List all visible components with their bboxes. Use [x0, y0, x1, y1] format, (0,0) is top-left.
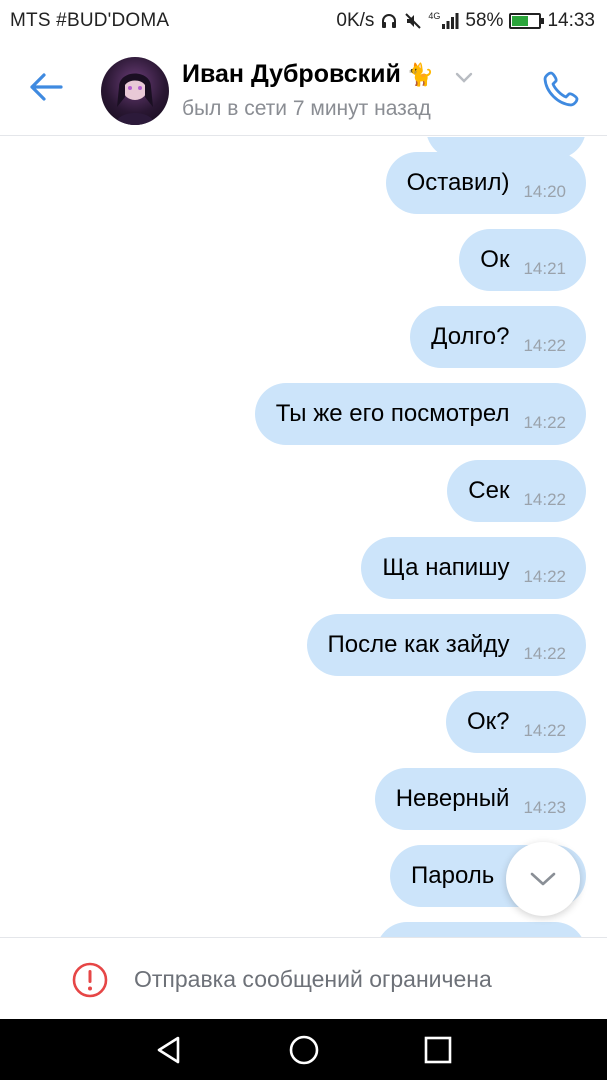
message-bubble[interactable]: Сек 14:22: [447, 460, 586, 522]
message-bubble[interactable]: Ты же его посмотрел 14:22: [254, 383, 586, 445]
scroll-down-button[interactable]: [506, 842, 580, 916]
message-bubble[interactable]: Ок? 14:22: [445, 691, 586, 753]
phone-icon: [543, 71, 579, 107]
call-button[interactable]: [540, 68, 582, 110]
message-time: 14:22: [523, 490, 566, 509]
message-text: После как зайду: [327, 631, 510, 658]
chat-header: Иван Дубровский 🐈 был в сети 7 минут наз…: [0, 42, 607, 136]
message-bubble-partial: [376, 922, 586, 937]
message-text: Ты же его посмотрел: [275, 400, 510, 427]
system-nav-bar: [0, 1019, 607, 1080]
network-type: 4G: [428, 11, 441, 21]
back-button[interactable]: [28, 72, 64, 102]
message-bubble[interactable]: Оставил) 14:20: [385, 152, 586, 214]
last-seen-status: был в сети 7 минут назад: [182, 97, 431, 120]
clock: 14:33: [547, 10, 595, 31]
net-speed: 0K/s: [336, 10, 375, 31]
battery-fill: [512, 16, 528, 26]
nav-home-button[interactable]: [287, 1033, 321, 1067]
carrier-label: MTS #BUD'DOMA: [10, 10, 170, 31]
nav-back-button[interactable]: [152, 1033, 186, 1067]
message-time: 14:21: [523, 259, 566, 278]
message-time: 14:22: [523, 336, 566, 355]
chevron-down-icon[interactable]: [455, 72, 473, 84]
message-time: 14:22: [523, 567, 566, 586]
message-time: 14:20: [523, 182, 566, 201]
battery-icon: [509, 13, 545, 29]
status-indicators: 0K/s 4G 58% 14:33: [336, 10, 595, 32]
message-time: 14:22: [523, 413, 566, 432]
message-bubble[interactable]: Долго? 14:22: [410, 306, 586, 368]
message-bubble[interactable]: Ок 14:21: [459, 229, 586, 291]
message-bubble[interactable]: После как зайду 14:22: [306, 614, 586, 676]
message-text: Оставил): [406, 169, 510, 196]
restriction-text: Отправка сообщений ограничена: [134, 966, 492, 992]
message-time: 14:22: [523, 644, 566, 663]
message-text: Пароль: [411, 862, 495, 889]
message-time: 14:22: [523, 721, 566, 740]
message-text: Сек: [468, 477, 510, 504]
nav-recents-button[interactable]: [421, 1033, 455, 1067]
message-text: Долго?: [431, 323, 510, 350]
headphones-icon: [380, 12, 398, 30]
message-text: Неверный: [395, 785, 510, 812]
message-text: Ща напишу: [382, 554, 510, 581]
contact-name-text: Иван Дубровский: [182, 60, 401, 88]
message-text: Ок: [480, 246, 510, 273]
exclamation-circle-icon: [72, 962, 108, 998]
square-recents-icon: [424, 1036, 452, 1064]
chevron-down-icon: [530, 872, 556, 886]
mute-icon: [404, 12, 422, 30]
triangle-back-icon: [157, 1036, 180, 1064]
restriction-bar: Отправка сообщений ограничена: [0, 937, 607, 1019]
message-bubble[interactable]: Неверный 14:23: [374, 768, 586, 830]
arrow-left-icon: [30, 73, 63, 101]
message-text: Ок?: [466, 708, 510, 735]
message-time: 14:23: [523, 798, 566, 817]
contact-name[interactable]: Иван Дубровский 🐈: [182, 60, 434, 89]
battery-percent: 58%: [465, 10, 504, 31]
status-bar: MTS #BUD'DOMA 0K/s 4G 58% 14:33: [0, 0, 607, 42]
message-list[interactable]: Оставил) 14:20 Ок 14:21 Долго? 14:22 Ты …: [0, 137, 607, 937]
signal-icon: 4G: [428, 12, 459, 30]
message-bubble[interactable]: Ща напишу 14:22: [361, 537, 586, 599]
circle-home-icon: [289, 1035, 319, 1065]
avatar-image: [115, 73, 155, 125]
avatar[interactable]: [101, 57, 169, 125]
cat-emoji-icon: 🐈: [406, 61, 435, 87]
